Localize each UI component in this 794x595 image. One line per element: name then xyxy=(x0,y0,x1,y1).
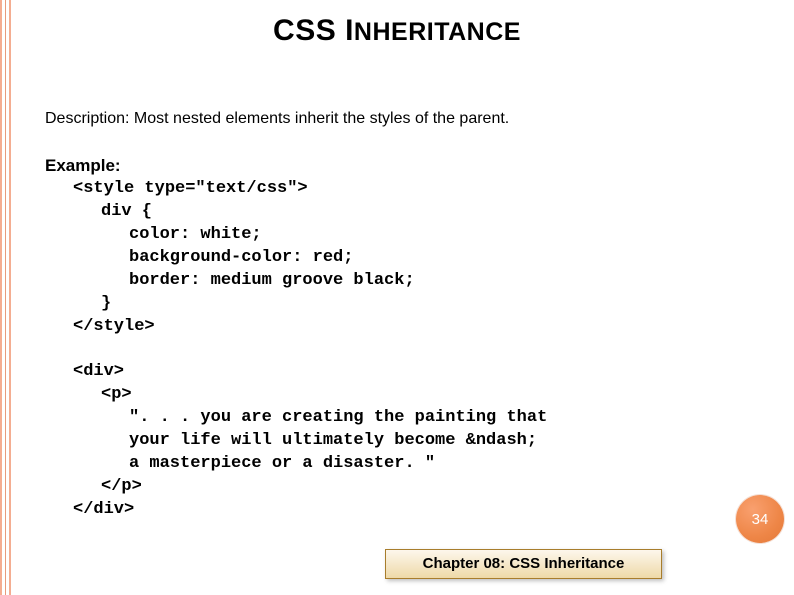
page-title: CSS INHERITANCE xyxy=(0,14,794,48)
page-number-badge: 34 xyxy=(736,495,784,543)
code-line: your life will ultimately become &ndash; xyxy=(45,430,547,453)
code-line xyxy=(45,339,547,362)
code-line: ". . . you are creating the painting tha… xyxy=(45,407,547,430)
code-line: </p> xyxy=(45,476,547,499)
code-line: a masterpiece or a disaster. " xyxy=(45,453,547,476)
title-strong: CSS I xyxy=(273,14,354,47)
example-block: Example: <style type="text/css">div {col… xyxy=(45,155,547,522)
code-line: <div> xyxy=(45,361,547,384)
code-block: <style type="text/css">div {color: white… xyxy=(45,178,547,522)
code-line: <p> xyxy=(45,384,547,407)
code-line: </style> xyxy=(45,316,547,339)
code-line: div { xyxy=(45,201,547,224)
code-line: } xyxy=(45,293,547,316)
page-number: 34 xyxy=(752,511,769,528)
code-line: color: white; xyxy=(45,224,547,247)
code-line: border: medium groove black; xyxy=(45,270,547,293)
title-smallcaps: NHERITANCE xyxy=(354,18,521,46)
side-rail xyxy=(0,0,11,595)
description-text: Description: Most nested elements inheri… xyxy=(45,110,509,128)
code-line: </div> xyxy=(45,499,547,522)
chapter-label: Chapter 08: CSS Inheritance xyxy=(385,549,662,579)
code-line: background-color: red; xyxy=(45,247,547,270)
side-rail-line xyxy=(5,0,6,595)
code-line: <style type="text/css"> xyxy=(45,178,547,201)
example-label: Example: xyxy=(45,155,547,178)
